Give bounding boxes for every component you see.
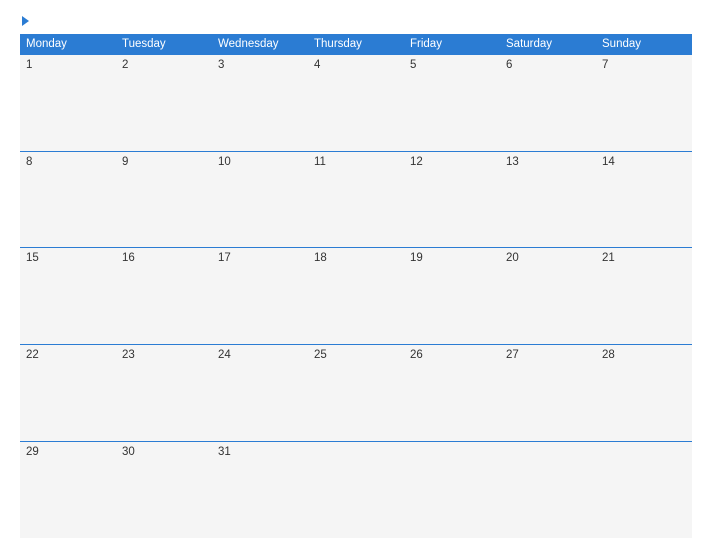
- day-cell-22: 22: [20, 345, 116, 442]
- day-number-10: 10: [218, 156, 231, 168]
- day-cell-14: 14: [596, 151, 692, 248]
- day-cell-29: 29: [20, 441, 116, 538]
- empty-cell: [500, 441, 596, 538]
- day-number-1: 1: [26, 59, 32, 71]
- day-number-17: 17: [218, 252, 231, 264]
- day-number-27: 27: [506, 349, 519, 361]
- day-cell-15: 15: [20, 248, 116, 345]
- day-cell-8: 8: [20, 151, 116, 248]
- day-cell-1: 1: [20, 55, 116, 152]
- week-row-1: 1 2 3 4 5 6 7: [20, 55, 692, 152]
- day-number-22: 22: [26, 349, 39, 361]
- day-number-8: 8: [26, 156, 32, 168]
- day-number-16: 16: [122, 252, 135, 264]
- week-row-2: 8 9 10 11 12 13 14: [20, 151, 692, 248]
- day-cell-10: 10: [212, 151, 308, 248]
- day-number-20: 20: [506, 252, 519, 264]
- day-cell-28: 28: [596, 345, 692, 442]
- day-cell-9: 9: [116, 151, 212, 248]
- day-number-13: 13: [506, 156, 519, 168]
- day-cell-4: 4: [308, 55, 404, 152]
- day-cell-7: 7: [596, 55, 692, 152]
- weekday-header-saturday: Saturday: [500, 34, 596, 55]
- day-number-5: 5: [410, 59, 416, 71]
- day-cell-13: 13: [500, 151, 596, 248]
- weekday-header-sunday: Sunday: [596, 34, 692, 55]
- day-cell-21: 21: [596, 248, 692, 345]
- day-number-19: 19: [410, 252, 423, 264]
- weekday-header-thursday: Thursday: [308, 34, 404, 55]
- calendar-header: [20, 16, 692, 26]
- day-cell-25: 25: [308, 345, 404, 442]
- day-cell-20: 20: [500, 248, 596, 345]
- day-number-3: 3: [218, 59, 224, 71]
- empty-cell: [404, 441, 500, 538]
- day-number-30: 30: [122, 446, 135, 458]
- weekday-header-monday: Monday: [20, 34, 116, 55]
- day-number-23: 23: [122, 349, 135, 361]
- day-cell-12: 12: [404, 151, 500, 248]
- weekday-header-wednesday: Wednesday: [212, 34, 308, 55]
- week-row-3: 15 16 17 18 19 20 21: [20, 248, 692, 345]
- weekday-header-tuesday: Tuesday: [116, 34, 212, 55]
- day-cell-2: 2: [116, 55, 212, 152]
- day-number-31: 31: [218, 446, 231, 458]
- day-cell-31: 31: [212, 441, 308, 538]
- day-cell-30: 30: [116, 441, 212, 538]
- day-number-12: 12: [410, 156, 423, 168]
- weekday-header-row: MondayTuesdayWednesdayThursdayFridaySatu…: [20, 34, 692, 55]
- empty-cell: [308, 441, 404, 538]
- day-number-21: 21: [602, 252, 615, 264]
- day-cell-11: 11: [308, 151, 404, 248]
- day-number-4: 4: [314, 59, 320, 71]
- logo: [20, 16, 29, 26]
- day-cell-23: 23: [116, 345, 212, 442]
- logo-blue-text: [20, 16, 29, 26]
- day-number-15: 15: [26, 252, 39, 264]
- day-number-25: 25: [314, 349, 327, 361]
- day-cell-27: 27: [500, 345, 596, 442]
- day-cell-5: 5: [404, 55, 500, 152]
- day-number-7: 7: [602, 59, 608, 71]
- day-number-24: 24: [218, 349, 231, 361]
- day-cell-19: 19: [404, 248, 500, 345]
- day-cell-3: 3: [212, 55, 308, 152]
- day-cell-18: 18: [308, 248, 404, 345]
- calendar-body: 1234567891011121314151617181920212223242…: [20, 55, 692, 539]
- day-number-2: 2: [122, 59, 128, 71]
- week-row-4: 22 23 24 25 26 27 28: [20, 345, 692, 442]
- weekday-header-friday: Friday: [404, 34, 500, 55]
- day-cell-17: 17: [212, 248, 308, 345]
- day-number-9: 9: [122, 156, 128, 168]
- calendar-header-row: MondayTuesdayWednesdayThursdayFridaySatu…: [20, 34, 692, 55]
- logo-triangle-icon: [22, 16, 29, 26]
- day-number-26: 26: [410, 349, 423, 361]
- day-number-6: 6: [506, 59, 512, 71]
- day-cell-26: 26: [404, 345, 500, 442]
- day-cell-24: 24: [212, 345, 308, 442]
- day-number-18: 18: [314, 252, 327, 264]
- empty-cell: [596, 441, 692, 538]
- week-row-5: 29 30 31: [20, 441, 692, 538]
- calendar-table: MondayTuesdayWednesdayThursdayFridaySatu…: [20, 34, 692, 538]
- day-cell-6: 6: [500, 55, 596, 152]
- day-number-28: 28: [602, 349, 615, 361]
- day-cell-16: 16: [116, 248, 212, 345]
- day-number-14: 14: [602, 156, 615, 168]
- calendar-page: MondayTuesdayWednesdayThursdayFridaySatu…: [0, 0, 712, 550]
- day-number-29: 29: [26, 446, 39, 458]
- day-number-11: 11: [314, 156, 326, 168]
